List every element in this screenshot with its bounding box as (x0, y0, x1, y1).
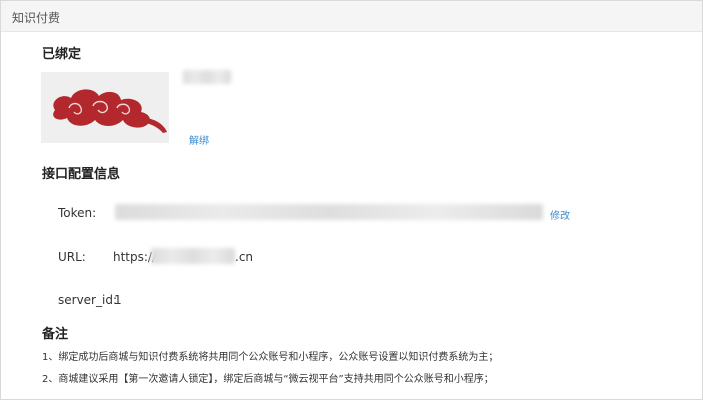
panel-title: 知识付费 (12, 11, 61, 25)
note-item-2: 2、商城建议采用【第一次邀请人锁定】，绑定后商城与“微云视平台”支持共用同个公众… (42, 374, 494, 385)
interface-config-title: 接口配置信息 (42, 167, 121, 182)
token-value-redacted (115, 204, 543, 220)
notes-title: 备注 (42, 327, 69, 342)
server-id-label: server_id: (58, 293, 117, 307)
token-edit-link[interactable]: 修改 (550, 207, 570, 222)
url-suffix: .cn (235, 250, 254, 264)
panel-header: 知识付费 (1, 1, 702, 32)
unbind-link[interactable]: 解绑 (189, 132, 209, 147)
url-prefix: https:// (113, 250, 157, 264)
url-label: URL: (58, 250, 86, 264)
url-host-redacted (151, 248, 235, 264)
server-id-value: 1 (114, 293, 122, 307)
bound-account-logo (41, 72, 169, 143)
note-item-1: 1、绑定成功后商城与知识付费系统将共用同个公众账号和小程序，公众账号设置以知识付… (42, 352, 499, 363)
account-name-redacted (183, 70, 231, 84)
cloud-logo-icon (41, 72, 169, 143)
token-label: Token: (58, 206, 97, 220)
bound-title: 已绑定 (42, 47, 82, 62)
panel: 知识付费 已绑定 解绑 接口配置信息 Token: 修改 URL: https:… (0, 0, 703, 400)
